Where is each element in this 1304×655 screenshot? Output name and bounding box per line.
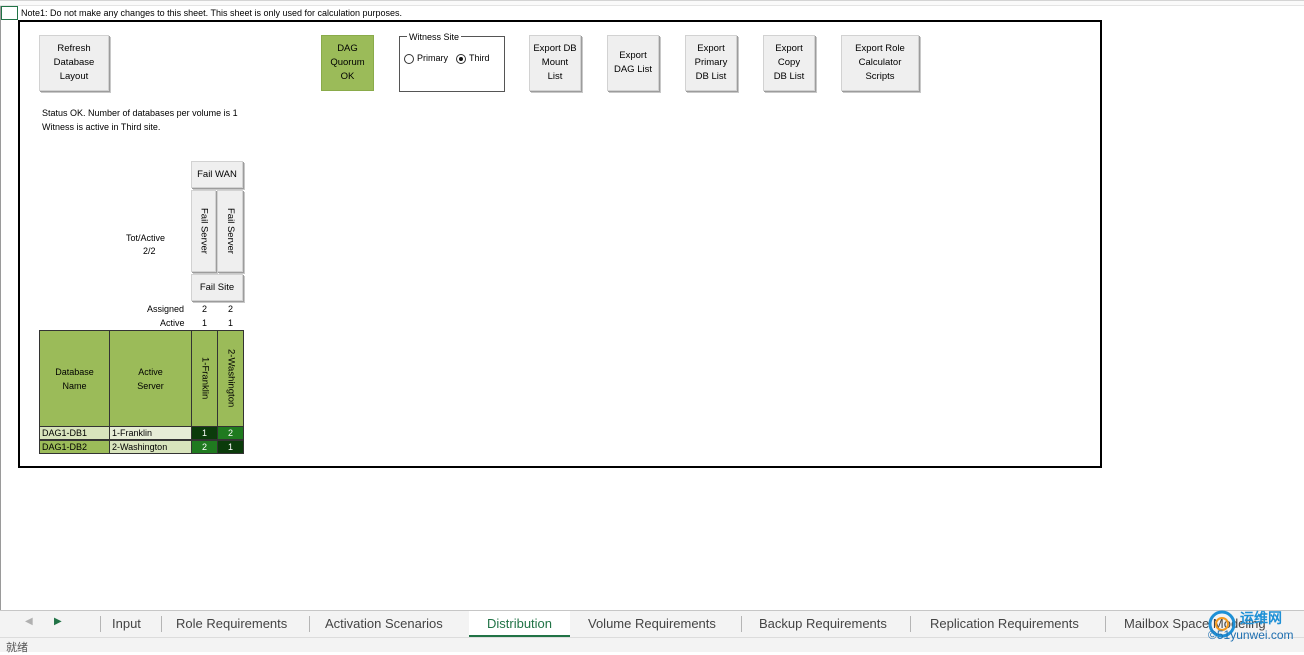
assigned-value-2: 2 [228, 304, 234, 314]
tab-backup-requirements[interactable]: Backup Requirements [759, 611, 887, 637]
tab-separator [741, 616, 742, 632]
status-ready-text: 就绪 [6, 642, 28, 654]
fail-server-button-2[interactable]: Fail Server [217, 190, 243, 272]
status-line-2: Witness is active in Third site. [42, 122, 161, 132]
table-row-db-name[interactable]: DAG1-DB2 [39, 440, 110, 454]
assigned-label: Assigned [147, 304, 185, 314]
export-db-mount-list-button[interactable]: Export DB Mount List [529, 35, 581, 91]
export-role-calculator-scripts-button[interactable]: Export Role Calculator Scripts [841, 35, 919, 91]
tab-separator [161, 616, 162, 632]
fail-wan-button[interactable]: Fail WAN [191, 161, 243, 188]
table-row-cell[interactable]: 2 [191, 440, 218, 454]
refresh-database-layout-button[interactable]: Refresh Database Layout [39, 35, 109, 91]
scroll-left-icon[interactable]: ◀ [25, 616, 33, 627]
witness-site-group [399, 36, 505, 92]
tab-separator [309, 616, 310, 632]
tab-role-requirements[interactable]: Role Requirements [176, 611, 287, 637]
watermark-title: 运维网 [1240, 610, 1282, 626]
tot-active-value: 2/2 [143, 246, 156, 256]
watermark-url: ©51yunwei.com [1208, 628, 1294, 642]
table-row-cell[interactable]: 1 [191, 426, 218, 440]
dag-quorum-status-button[interactable]: DAG Quorum OK [321, 35, 374, 91]
fail-site-button[interactable]: Fail Site [191, 274, 243, 301]
table-row-active-server[interactable]: 1-Franklin [109, 426, 192, 440]
tab-separator [910, 616, 911, 632]
active-value-1: 1 [202, 318, 208, 328]
tab-separator [1105, 616, 1106, 632]
table-row-cell[interactable]: 2 [217, 426, 244, 440]
witness-third-label: Third [469, 53, 490, 63]
header-server-2: 2-Washington [217, 330, 244, 427]
note-text: Note1: Do not make any changes to this s… [21, 8, 403, 18]
header-active-server: Active Server [109, 330, 192, 427]
watermark-logo: 运维网 ©51yunwei.com [1204, 606, 1300, 646]
table-row-active-server[interactable]: 2-Washington [109, 440, 192, 454]
tab-distribution[interactable]: Distribution [469, 611, 570, 637]
tab-separator [100, 616, 101, 632]
tab-replication-requirements[interactable]: Replication Requirements [930, 611, 1079, 637]
sheet-tab-bar: ◀ ▶ Input Role Requirements Activation S… [0, 610, 1304, 637]
witness-third-radio[interactable] [456, 54, 466, 64]
tot-active-label: Tot/Active [126, 233, 166, 243]
column-header-strip [0, 0, 1304, 6]
export-dag-list-button[interactable]: Export DAG List [607, 35, 659, 91]
export-primary-db-list-button[interactable]: Export Primary DB List [685, 35, 737, 91]
active-value-2: 1 [228, 318, 234, 328]
header-server-1: 1-Franklin [191, 330, 218, 427]
table-row-db-name[interactable]: DAG1-DB1 [39, 426, 110, 440]
tab-volume-requirements[interactable]: Volume Requirements [588, 611, 716, 637]
witness-site-legend: Witness Site [407, 32, 462, 42]
tab-activation-scenarios[interactable]: Activation Scenarios [325, 611, 443, 637]
fail-server-button-1[interactable]: Fail Server [191, 190, 216, 272]
scroll-right-icon[interactable]: ▶ [54, 616, 62, 627]
export-copy-db-list-button[interactable]: Export Copy DB List [763, 35, 815, 91]
witness-primary-label: Primary [417, 53, 448, 63]
active-label: Active [160, 318, 185, 328]
table-row-cell[interactable]: 1 [217, 440, 244, 454]
selected-cell[interactable] [1, 6, 18, 20]
witness-primary-radio[interactable] [404, 54, 414, 64]
status-line-1: Status OK. Number of databases per volum… [42, 108, 238, 118]
status-bar: 就绪 [0, 637, 1304, 654]
assigned-value-1: 2 [202, 304, 208, 314]
tab-input[interactable]: Input [112, 611, 141, 637]
header-database-name: Database Name [39, 330, 110, 427]
